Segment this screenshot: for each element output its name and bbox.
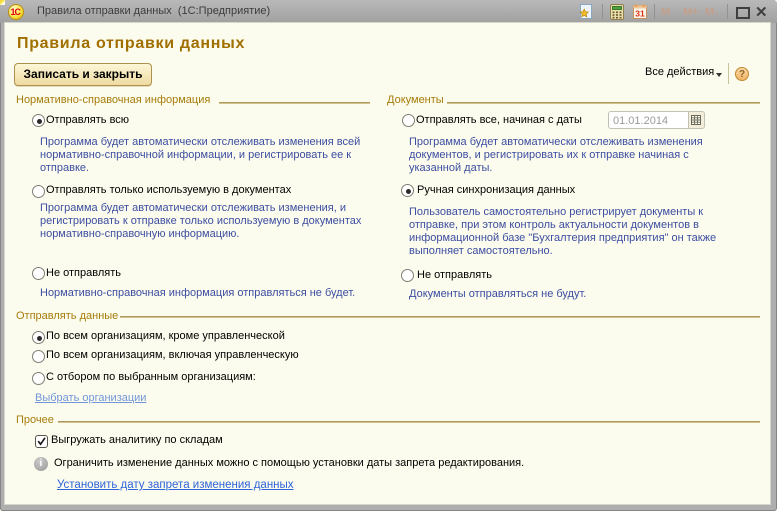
svg-text:31: 31 bbox=[635, 9, 645, 19]
